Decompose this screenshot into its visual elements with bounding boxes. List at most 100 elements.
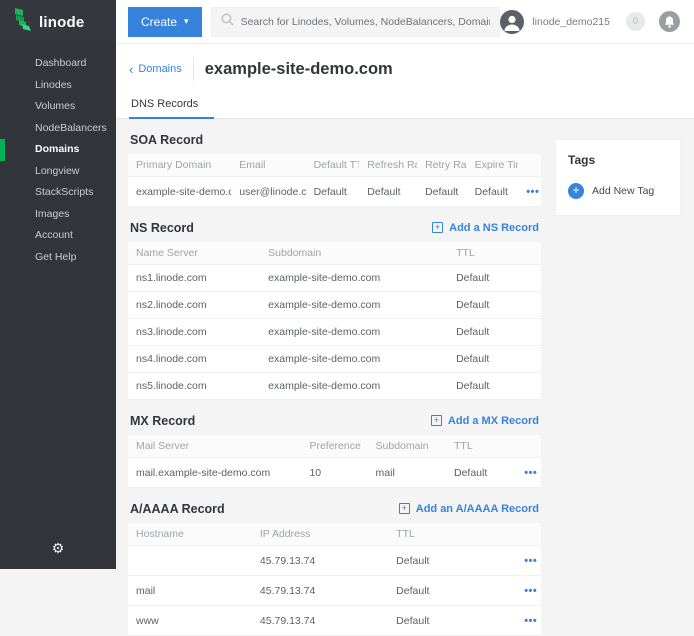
sidebar-item-images[interactable]: Images	[0, 204, 116, 226]
add-mx-record-label: Add a MX Record	[448, 415, 539, 427]
more-options-icon[interactable]: •••	[524, 467, 537, 479]
more-options-icon[interactable]: •••	[524, 615, 537, 627]
table-cell: example-site-demo.com	[260, 319, 448, 346]
table-cell: 45.79.13.74	[252, 546, 388, 576]
add-mx-record-button[interactable]: + Add a MX Record	[431, 415, 539, 427]
table-cell: mail.example-site-demo.com	[128, 458, 301, 488]
user-area: linode_demo215 0	[500, 10, 694, 34]
search-input[interactable]	[241, 16, 491, 28]
table-row: mail 45.79.13.74 Default •••	[128, 576, 541, 606]
page-body: SOA Record Primary Domain Email Default …	[116, 119, 694, 636]
table-cell: Default	[467, 177, 519, 207]
table-row: 45.79.13.74 Default •••	[128, 546, 541, 576]
column-header-actions	[516, 523, 541, 546]
more-options-icon[interactable]: •••	[524, 585, 537, 597]
add-a-record-button[interactable]: + Add an A/AAAA Record	[399, 503, 539, 515]
top-bar: Create ▾ linode_demo215 0	[116, 0, 694, 44]
table-cell: Default	[359, 177, 417, 207]
column-header: Name Server	[128, 242, 260, 265]
column-header: TTL	[446, 435, 516, 458]
breadcrumb-back-link[interactable]: ‹ Domains	[129, 63, 182, 76]
linode-logo-text: linode	[39, 14, 84, 31]
column-header: Default TTL	[306, 154, 360, 177]
add-ns-record-button[interactable]: + Add a NS Record	[432, 222, 539, 234]
table-row: ns1.linode.com example-site-demo.com Def…	[128, 265, 541, 292]
table-row: ns2.linode.com example-site-demo.com Def…	[128, 292, 541, 319]
create-button[interactable]: Create ▾	[128, 7, 202, 37]
table-cell: Default	[306, 177, 360, 207]
add-new-tag-button[interactable]: + Add New Tag	[568, 183, 668, 199]
sidebar-item-dashboard[interactable]: Dashboard	[0, 53, 116, 75]
more-options-icon[interactable]: •••	[524, 555, 537, 567]
global-search[interactable]	[211, 7, 501, 37]
table-cell: Default	[446, 458, 516, 488]
sidebar-item-nodebalancers[interactable]: NodeBalancers	[0, 118, 116, 140]
tab-dns-records[interactable]: DNS Records	[129, 98, 214, 119]
table-cell: mail	[368, 458, 446, 488]
table-cell: example-site-demo.com	[260, 373, 448, 400]
side-column: Tags + Add New Tag	[556, 119, 680, 636]
table-cell: example-site-demo.com	[128, 177, 231, 207]
table-cell: ns1.linode.com	[128, 265, 260, 292]
user-avatar[interactable]	[500, 10, 524, 34]
table-cell: Default	[448, 346, 541, 373]
sidebar-item-linodes[interactable]: Linodes	[0, 75, 116, 97]
column-header-actions	[518, 154, 541, 177]
add-new-tag-label: Add New Tag	[592, 185, 654, 197]
mx-section-header: MX Record + Add a MX Record	[130, 413, 539, 428]
notification-count-badge[interactable]: 0	[626, 12, 645, 31]
table-cell: 45.79.13.74	[252, 576, 388, 606]
chevron-down-icon: ▾	[184, 16, 189, 27]
sidebar-item-get-help[interactable]: Get Help	[0, 247, 116, 269]
column-header: Mail Server	[128, 435, 301, 458]
table-cell: Default	[448, 265, 541, 292]
table-cell: example-site-demo.com	[260, 292, 448, 319]
table-cell: example-site-demo.com	[260, 346, 448, 373]
table-cell: ns4.linode.com	[128, 346, 260, 373]
username-label[interactable]: linode_demo215	[532, 16, 610, 28]
linode-logo-icon	[13, 7, 32, 37]
table-row: ns4.linode.com example-site-demo.com Def…	[128, 346, 541, 373]
mx-header-row: Mail Server Preference Subdomain TTL	[128, 435, 541, 458]
breadcrumb: ‹ Domains example-site-demo.com	[116, 57, 694, 81]
table-cell: ns2.linode.com	[128, 292, 260, 319]
column-header: Retry Rate	[417, 154, 467, 177]
table-row: example-site-demo.com user@linode.com De…	[128, 177, 541, 207]
column-header: IP Address	[252, 523, 388, 546]
tab-bar: DNS Records	[116, 94, 694, 118]
linode-logo[interactable]: linode	[0, 0, 116, 44]
column-header: TTL	[448, 242, 541, 265]
soa-section-title: SOA Record	[130, 133, 203, 147]
column-header: Subdomain	[368, 435, 446, 458]
page-header: ‹ Domains example-site-demo.com DNS Reco…	[116, 44, 694, 119]
sidebar-item-longview[interactable]: Longview	[0, 161, 116, 183]
records-column: SOA Record Primary Domain Email Default …	[128, 119, 541, 636]
column-header: Expire Time	[467, 154, 519, 177]
tags-title: Tags	[568, 153, 668, 167]
main-content: ‹ Domains example-site-demo.com DNS Reco…	[116, 44, 694, 569]
page-title: example-site-demo.com	[205, 60, 393, 79]
breadcrumb-label: Domains	[138, 63, 181, 75]
ns-header-row: Name Server Subdomain TTL	[128, 242, 541, 265]
more-options-icon[interactable]: •••	[526, 186, 539, 198]
table-cell: example-site-demo.com	[260, 265, 448, 292]
a-header-row: Hostname IP Address TTL	[128, 523, 541, 546]
table-cell: Default	[448, 319, 541, 346]
sidebar-item-stackscripts[interactable]: StackScripts	[0, 182, 116, 204]
notifications-bell-icon[interactable]	[659, 11, 680, 32]
search-icon	[221, 13, 234, 31]
sidebar-item-volumes[interactable]: Volumes	[0, 96, 116, 118]
sidebar-item-account[interactable]: Account	[0, 225, 116, 247]
column-header: Primary Domain	[128, 154, 231, 177]
soa-section-header: SOA Record	[130, 132, 539, 147]
column-header-actions	[516, 435, 541, 458]
settings-gear-icon[interactable]: ⚙	[0, 540, 116, 557]
table-cell: Default	[448, 373, 541, 400]
table-cell: www	[128, 606, 252, 636]
table-row: ns3.linode.com example-site-demo.com Def…	[128, 319, 541, 346]
plus-circle-icon: +	[568, 183, 584, 199]
sidebar-nav: Dashboard Linodes Volumes NodeBalancers …	[0, 44, 116, 268]
column-header: Preference	[301, 435, 367, 458]
ns-section-header: NS Record + Add a NS Record	[130, 220, 539, 235]
sidebar-item-domains[interactable]: Domains	[0, 139, 116, 161]
